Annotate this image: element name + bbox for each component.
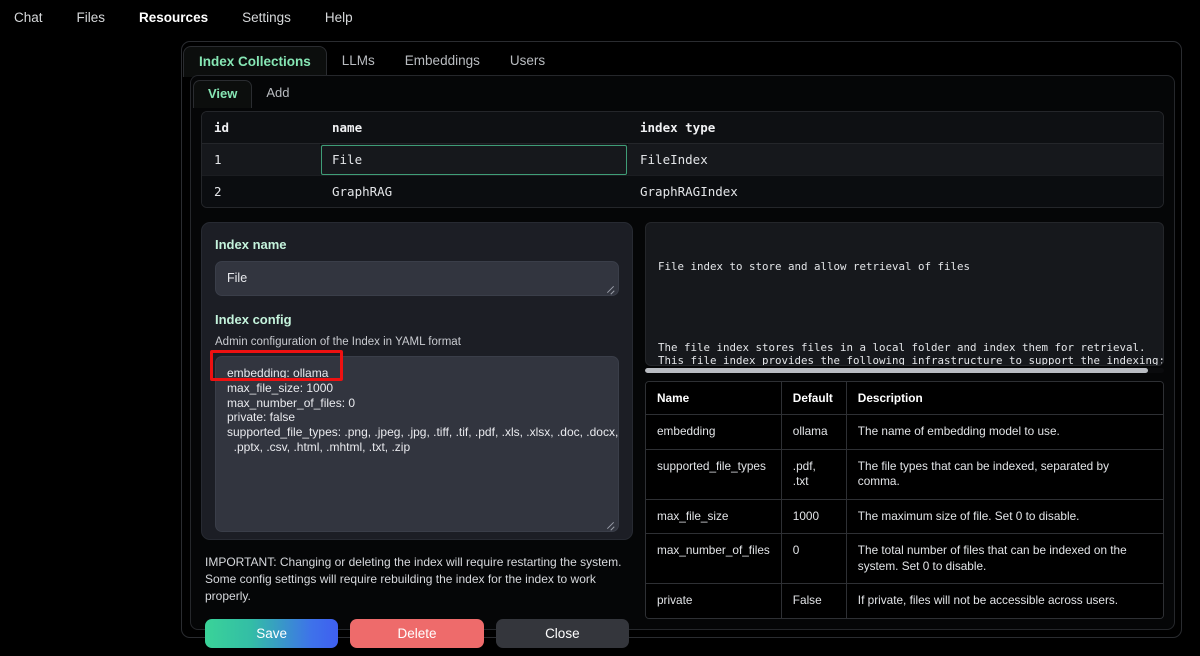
param-header-row: Name Default Description bbox=[646, 382, 1163, 415]
cell-name[interactable]: GraphRAG bbox=[320, 176, 628, 208]
param-description: The name of embedding model to use. bbox=[846, 415, 1163, 450]
param-description: The maximum size of file. Set 0 to disab… bbox=[846, 499, 1163, 534]
close-button[interactable]: Close bbox=[496, 619, 629, 648]
index-config-textarea[interactable]: embedding: ollama max_file_size: 1000 ma… bbox=[215, 356, 619, 532]
cell-id[interactable]: 1 bbox=[202, 144, 320, 176]
column-header-name: name bbox=[320, 112, 628, 144]
param-default: 1000 bbox=[781, 499, 846, 534]
param-name: supported_file_types bbox=[646, 449, 781, 499]
param-header-description: Description bbox=[846, 382, 1163, 415]
info-column: File index to store and allow retrieval … bbox=[645, 222, 1164, 648]
resize-grip-icon[interactable] bbox=[605, 283, 615, 293]
edit-form-card: Index name File Index config Admin confi… bbox=[201, 222, 633, 540]
param-description: If private, files will not be accessible… bbox=[846, 584, 1163, 618]
index-name-label: Index name bbox=[215, 237, 619, 252]
cell-index-type[interactable]: FileIndex bbox=[628, 144, 1163, 176]
param-row: private False If private, files will not… bbox=[646, 584, 1163, 618]
index-table: id name index type 1 File FileIndex 2 Gr… bbox=[202, 112, 1163, 207]
index-config-hint: Admin configuration of the Index in YAML… bbox=[215, 336, 619, 348]
detail-body: Index name File Index config Admin confi… bbox=[201, 222, 1164, 648]
sub-tab-strip: ViewAdd bbox=[191, 76, 1174, 107]
resize-grip-icon[interactable] bbox=[605, 519, 615, 529]
param-default: ollama bbox=[781, 415, 846, 450]
index-name-input[interactable]: File bbox=[215, 261, 619, 296]
param-default: False bbox=[781, 584, 846, 618]
tab-users[interactable]: Users bbox=[495, 46, 560, 76]
cell-index-type[interactable]: GraphRAGIndex bbox=[628, 176, 1163, 208]
description-body: The file index stores files in a local f… bbox=[658, 341, 1151, 367]
index-collections-panel: ViewAdd id name index type 1 File FileIn… bbox=[190, 75, 1175, 630]
edit-form-column: Index name File Index config Admin confi… bbox=[201, 222, 633, 648]
subtab-add[interactable]: Add bbox=[252, 80, 303, 107]
resources-panel: Index CollectionsLLMsEmbeddingsUsers Vie… bbox=[181, 41, 1182, 638]
param-description: The total number of files that can be in… bbox=[846, 534, 1163, 584]
param-row: supported_file_types .pdf, .txt The file… bbox=[646, 449, 1163, 499]
column-header-index-type: index type bbox=[628, 112, 1163, 144]
description-horizontal-scrollbar[interactable] bbox=[645, 368, 1164, 373]
save-button[interactable]: Save bbox=[205, 619, 338, 648]
table-row[interactable]: 1 File FileIndex bbox=[202, 144, 1163, 176]
tab-embeddings[interactable]: Embeddings bbox=[390, 46, 495, 76]
param-default: .pdf, .txt bbox=[781, 449, 846, 499]
param-name: max_file_size bbox=[646, 499, 781, 534]
param-name: embedding bbox=[646, 415, 781, 450]
param-name: max_number_of_files bbox=[646, 534, 781, 584]
tab-strip: Index CollectionsLLMsEmbeddingsUsers bbox=[183, 43, 560, 76]
cell-name-selected[interactable]: File bbox=[320, 144, 628, 176]
index-config-label: Index config bbox=[215, 312, 619, 327]
table-row[interactable]: 2 GraphRAG GraphRAGIndex bbox=[202, 176, 1163, 208]
param-header-name: Name bbox=[646, 382, 781, 415]
cell-id[interactable]: 2 bbox=[202, 176, 320, 208]
table-header-row: id name index type bbox=[202, 112, 1163, 144]
param-row: max_file_size 1000 The maximum size of f… bbox=[646, 499, 1163, 534]
param-row: max_number_of_files 0 The total number o… bbox=[646, 534, 1163, 584]
top-navigation: Chat Files Resources Settings Help bbox=[0, 0, 1200, 28]
copy-icon[interactable] bbox=[1141, 232, 1154, 245]
topnav-item-chat[interactable]: Chat bbox=[10, 7, 47, 28]
action-button-row: Save Delete Close bbox=[205, 619, 629, 648]
scrollbar-thumb[interactable] bbox=[645, 368, 1148, 373]
tab-index-collections[interactable]: Index Collections bbox=[183, 46, 327, 77]
param-description: The file types that can be indexed, sepa… bbox=[846, 449, 1163, 499]
subtab-view[interactable]: View bbox=[193, 80, 252, 108]
description-title: File index to store and allow retrieval … bbox=[658, 260, 1151, 274]
topnav-item-settings[interactable]: Settings bbox=[238, 7, 295, 28]
topnav-item-resources[interactable]: Resources bbox=[135, 7, 212, 28]
index-table-container: id name index type 1 File FileIndex 2 Gr… bbox=[201, 111, 1164, 208]
param-default: 0 bbox=[781, 534, 846, 584]
parameters-table: Name Default Description embedding ollam… bbox=[646, 382, 1163, 618]
tab-llms[interactable]: LLMs bbox=[327, 46, 390, 76]
topnav-item-help[interactable]: Help bbox=[321, 7, 357, 28]
parameters-table-container: Name Default Description embedding ollam… bbox=[645, 381, 1164, 619]
index-description-box: File index to store and allow retrieval … bbox=[645, 222, 1164, 366]
delete-button[interactable]: Delete bbox=[350, 619, 483, 648]
column-header-id: id bbox=[202, 112, 320, 144]
param-header-default: Default bbox=[781, 382, 846, 415]
topnav-item-files[interactable]: Files bbox=[73, 7, 110, 28]
important-note: IMPORTANT: Changing or deleting the inde… bbox=[205, 554, 631, 605]
param-row: embedding ollama The name of embedding m… bbox=[646, 415, 1163, 450]
param-name: private bbox=[646, 584, 781, 618]
